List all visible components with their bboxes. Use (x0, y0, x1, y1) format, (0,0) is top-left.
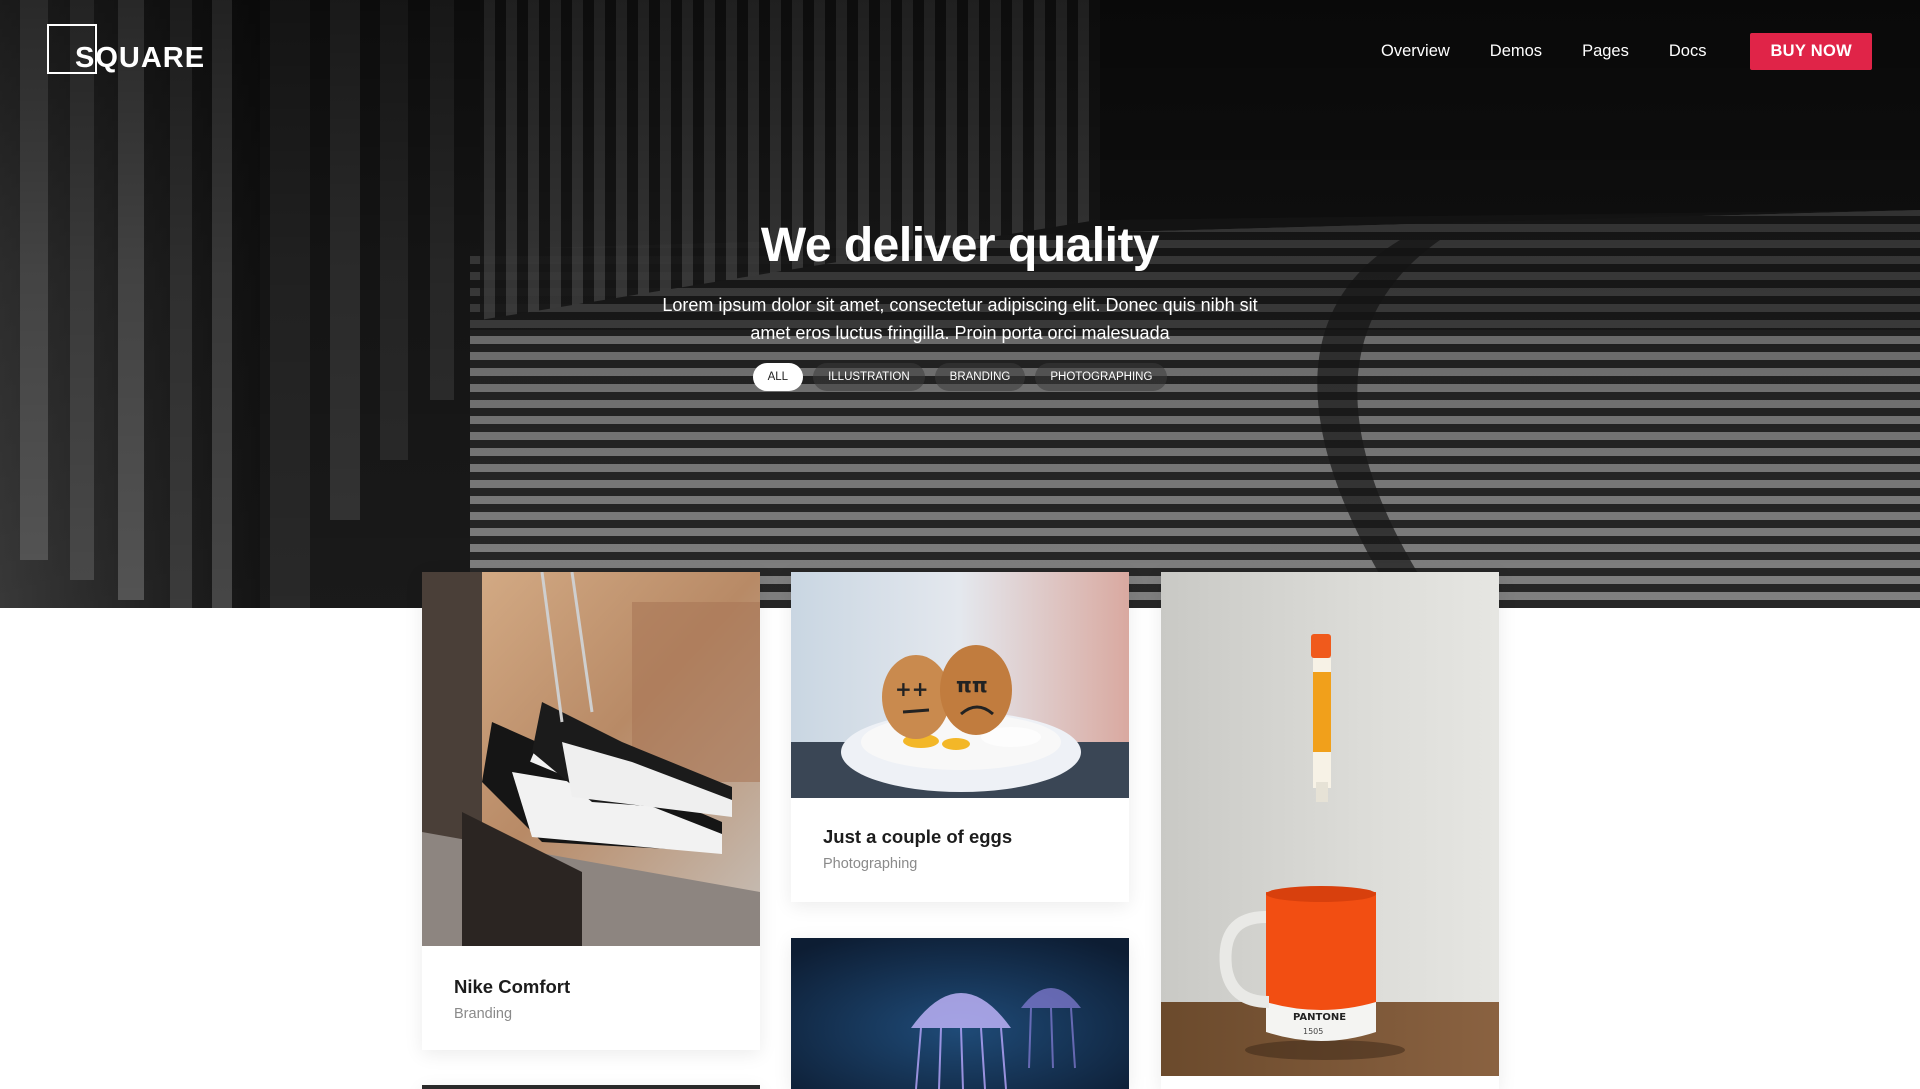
main-nav: Overview Demos Pages Docs BUY NOW (1381, 33, 1872, 70)
buy-now-button[interactable]: BUY NOW (1750, 33, 1872, 70)
jellyfish-photo (791, 938, 1129, 1089)
nav-overview[interactable]: Overview (1381, 43, 1450, 60)
nav-demos[interactable]: Demos (1490, 43, 1542, 60)
filter-illustration[interactable]: ILLUSTRATION (813, 363, 925, 391)
nav-pages[interactable]: Pages (1582, 43, 1629, 60)
portfolio-card-jellyfish[interactable] (791, 938, 1129, 1089)
logo-text: SQUARE (75, 42, 206, 74)
card-title[interactable]: Nike Comfort (454, 976, 570, 998)
portfolio-filters: ALL ILLUSTRATION BRANDING PHOTOGRAPHING (0, 363, 1920, 391)
marker-and-mug-photo: PANTONE 1505 (1161, 572, 1499, 1076)
portfolio-card-peek[interactable] (422, 1085, 760, 1089)
hero-title: We deliver quality (760, 219, 1160, 272)
svg-text:++: ++ (895, 677, 929, 701)
brand-logo[interactable]: SQUARE (47, 24, 217, 76)
portfolio-card-eggs[interactable]: ++ ππ Just a couple of eggs Photographin… (791, 572, 1129, 902)
svg-text:PANTONE: PANTONE (1293, 1012, 1346, 1023)
filter-branding[interactable]: BRANDING (934, 363, 1026, 391)
svg-text:1505: 1505 (1303, 1027, 1323, 1036)
filter-photographing[interactable]: PHOTOGRAPHING (1035, 363, 1168, 391)
portfolio-card-marker-mug[interactable]: PANTONE 1505 (1161, 572, 1499, 1089)
portfolio-card-nike-comfort[interactable]: Nike Comfort Branding (422, 572, 760, 1050)
hero-subtitle: Lorem ipsum dolor sit amet, consectetur … (662, 295, 1258, 343)
card-category: Photographing (823, 856, 918, 872)
sneakers-photo (422, 572, 760, 946)
card-title[interactable]: Just a couple of eggs (823, 826, 1012, 848)
filter-all[interactable]: ALL (752, 363, 804, 391)
nav-docs[interactable]: Docs (1669, 43, 1707, 60)
svg-text:ππ: ππ (956, 673, 988, 697)
eggs-photo: ++ ππ (791, 572, 1129, 798)
card-category: Branding (454, 1006, 513, 1022)
